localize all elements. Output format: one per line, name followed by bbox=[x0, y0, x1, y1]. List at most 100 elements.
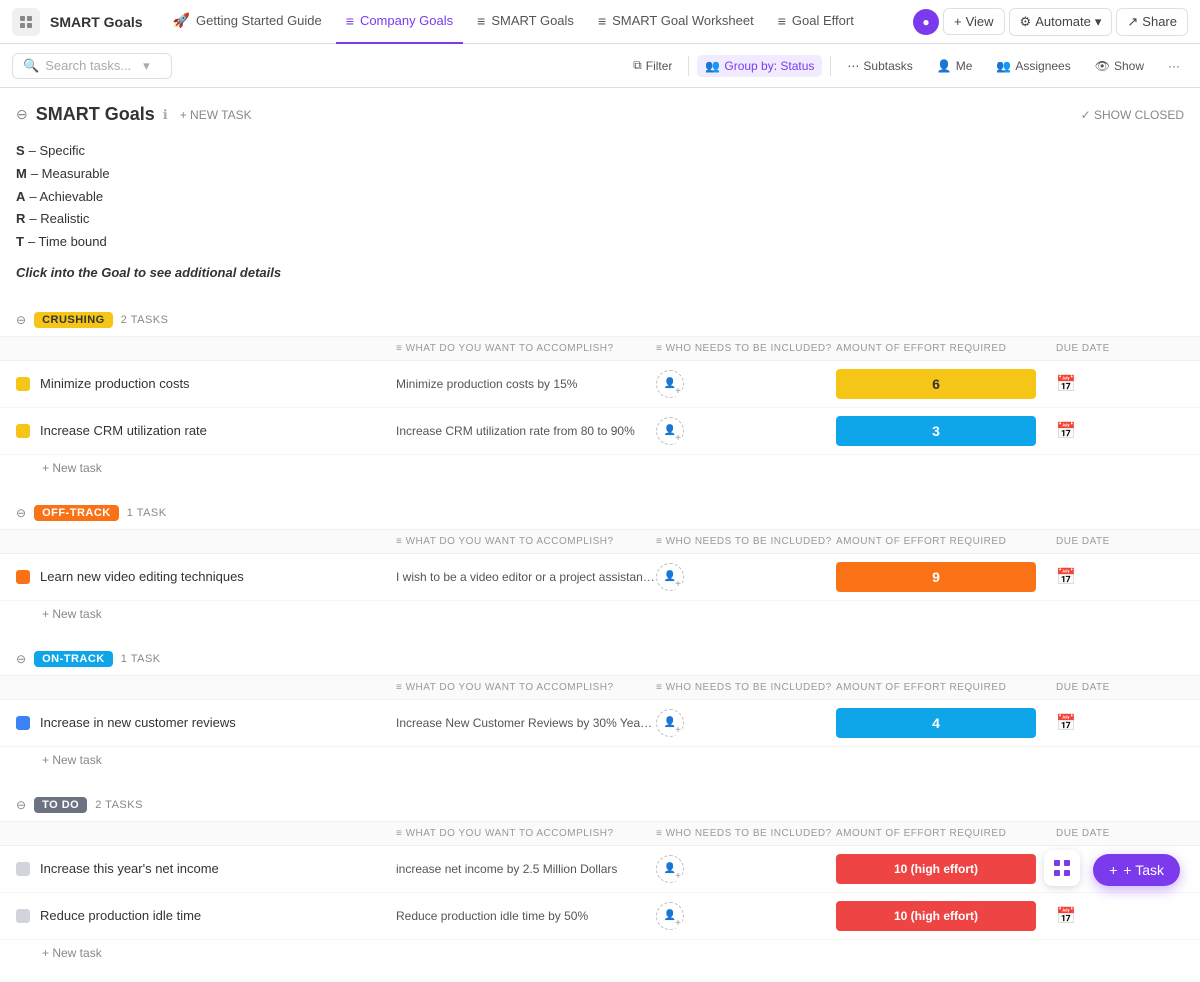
filter-button[interactable]: ⧉ Filter bbox=[625, 54, 680, 77]
calendar-icon[interactable]: 📅 bbox=[1056, 423, 1076, 440]
letter-m: M bbox=[16, 164, 27, 185]
task-checkbox[interactable] bbox=[16, 862, 30, 876]
add-user-icon[interactable]: + bbox=[673, 872, 683, 882]
col-due-header: DUE DATE bbox=[1056, 536, 1136, 547]
task-accomplish: increase net income by 2.5 Million Dolla… bbox=[396, 862, 656, 876]
task-due: 📅 bbox=[1056, 374, 1136, 394]
col-included-header: ≡ WHO NEEDS TO BE INCLUDED? bbox=[656, 536, 836, 547]
assignees-icon: 👥 bbox=[996, 59, 1011, 73]
task-included: 👤 + bbox=[656, 370, 836, 398]
search-icon: 🔍 bbox=[23, 58, 39, 74]
task-accomplish: Minimize production costs by 15% bbox=[396, 377, 656, 391]
table-row[interactable]: Increase this year's net income increase… bbox=[0, 846, 1200, 893]
task-accomplish: Increase CRM utilization rate from 80 to… bbox=[396, 424, 656, 438]
calendar-icon[interactable]: 📅 bbox=[1056, 908, 1076, 925]
task-effort: 10 (high effort) bbox=[836, 901, 1056, 931]
task-checkbox[interactable] bbox=[16, 909, 30, 923]
table-row[interactable]: Increase CRM utilization rate Increase C… bbox=[0, 408, 1200, 455]
search-box[interactable]: 🔍 Search tasks... ▾ bbox=[12, 53, 172, 79]
group-ontrack-badge: ON-TRACK bbox=[34, 651, 113, 667]
group-todo-toggle[interactable]: ⊖ bbox=[16, 798, 26, 812]
nav-circle-btn[interactable]: ● bbox=[913, 9, 939, 35]
group-ontrack-toggle[interactable]: ⊖ bbox=[16, 652, 26, 666]
task-checkbox[interactable] bbox=[16, 716, 30, 730]
new-task-row-todo[interactable]: + New task bbox=[0, 940, 1200, 966]
task-checkbox[interactable] bbox=[16, 377, 30, 391]
tab-goal-effort[interactable]: ≡ Goal Effort bbox=[768, 0, 864, 44]
col-effort-header: AMOUNT OF EFFORT REQUIRED bbox=[836, 682, 1056, 693]
group-crushing-toggle[interactable]: ⊖ bbox=[16, 313, 26, 327]
col-effort-header: AMOUNT OF EFFORT REQUIRED bbox=[836, 828, 1056, 839]
show-closed-button[interactable]: ✓ SHOW CLOSED bbox=[1081, 108, 1184, 122]
avatar[interactable]: 👤 + bbox=[656, 902, 684, 930]
task-name: Increase CRM utilization rate bbox=[40, 423, 396, 438]
task-included: 👤 + bbox=[656, 417, 836, 445]
subtasks-icon: ⋯ bbox=[847, 59, 859, 73]
tab-smart-goals[interactable]: ≡ SMART Goals bbox=[467, 0, 584, 44]
add-user-icon[interactable]: + bbox=[673, 580, 683, 590]
calendar-icon[interactable]: 📅 bbox=[1056, 569, 1076, 586]
company-goals-icon: ≡ bbox=[346, 13, 354, 29]
new-task-row-offtrack[interactable]: + New task bbox=[0, 601, 1200, 627]
getting-started-icon: 🚀 bbox=[173, 12, 190, 29]
tab-smart-worksheet[interactable]: ≡ SMART Goal Worksheet bbox=[588, 0, 764, 44]
add-user-icon[interactable]: + bbox=[673, 919, 683, 929]
group-todo-badge: TO DO bbox=[34, 797, 87, 813]
me-button[interactable]: 👤 Me bbox=[929, 55, 981, 77]
top-nav: SMART Goals 🚀 Getting Started Guide ≡ Co… bbox=[0, 0, 1200, 44]
grid-view-button[interactable] bbox=[1044, 850, 1080, 886]
calendar-icon[interactable]: 📅 bbox=[1056, 376, 1076, 393]
task-checkbox[interactable] bbox=[16, 570, 30, 584]
divider-1 bbox=[688, 56, 689, 76]
effort-bar: 6 bbox=[836, 369, 1036, 399]
more-button[interactable]: ··· bbox=[1160, 55, 1188, 77]
search-dropdown-icon[interactable]: ▾ bbox=[143, 58, 150, 74]
section-toggle[interactable]: ⊖ bbox=[16, 106, 28, 123]
task-effort: 6 bbox=[836, 369, 1056, 399]
info-icon[interactable]: ℹ bbox=[163, 107, 168, 123]
filter-icon: ⧉ bbox=[633, 58, 642, 73]
new-task-button[interactable]: + NEW TASK bbox=[180, 108, 252, 122]
show-icon: 👁 bbox=[1095, 59, 1110, 73]
group-offtrack-toggle[interactable]: ⊖ bbox=[16, 506, 26, 520]
avatar[interactable]: 👤 + bbox=[656, 709, 684, 737]
col-due-header: DUE DATE bbox=[1056, 828, 1136, 839]
tab-company-goals[interactable]: ≡ Company Goals bbox=[336, 0, 463, 44]
share-button[interactable]: ↗ Share bbox=[1116, 8, 1188, 36]
add-user-icon[interactable]: + bbox=[673, 434, 683, 444]
group-crushing-count: 2 TASKS bbox=[121, 314, 169, 326]
calendar-icon[interactable]: 📅 bbox=[1056, 715, 1076, 732]
add-user-icon[interactable]: + bbox=[673, 387, 683, 397]
avatar[interactable]: 👤 + bbox=[656, 855, 684, 883]
new-task-row-ontrack[interactable]: + New task bbox=[0, 747, 1200, 773]
assignees-button[interactable]: 👥 Assignees bbox=[988, 55, 1078, 77]
effort-bar: 10 (high effort) bbox=[836, 901, 1036, 931]
show-button[interactable]: 👁 Show bbox=[1087, 55, 1152, 77]
avatar[interactable]: 👤 + bbox=[656, 417, 684, 445]
group-by-button[interactable]: 👥 Group by: Status bbox=[697, 55, 822, 77]
table-row[interactable]: Minimize production costs Minimize produ… bbox=[0, 361, 1200, 408]
effort-bar: 3 bbox=[836, 416, 1036, 446]
smart-worksheet-icon: ≡ bbox=[598, 13, 606, 29]
tab-getting-started[interactable]: 🚀 Getting Started Guide bbox=[163, 0, 332, 44]
col-due-header: DUE DATE bbox=[1056, 682, 1136, 693]
table-row[interactable]: Learn new video editing techniques I wis… bbox=[0, 554, 1200, 601]
task-name: Increase in new customer reviews bbox=[40, 715, 396, 730]
avatar[interactable]: 👤 + bbox=[656, 370, 684, 398]
new-task-row-crushing[interactable]: + New task bbox=[0, 455, 1200, 481]
avatar[interactable]: 👤 + bbox=[656, 563, 684, 591]
group-ontrack-count: 1 TASK bbox=[121, 653, 161, 665]
desc-line-m: M – Measurable bbox=[16, 164, 1184, 185]
task-checkbox[interactable] bbox=[16, 424, 30, 438]
add-user-icon[interactable]: + bbox=[673, 726, 683, 736]
check-icon: ✓ bbox=[1081, 108, 1094, 122]
add-task-fab[interactable]: + + Task bbox=[1093, 854, 1180, 886]
app-icon bbox=[12, 8, 40, 36]
subtasks-button[interactable]: ⋯ Subtasks bbox=[839, 55, 920, 77]
table-row[interactable]: Increase in new customer reviews Increas… bbox=[0, 700, 1200, 747]
view-button[interactable]: + View bbox=[943, 8, 1005, 35]
automate-button[interactable]: ⚙ Automate ▾ bbox=[1009, 8, 1113, 36]
app-title: SMART Goals bbox=[50, 14, 143, 30]
table-row[interactable]: Reduce production idle time Reduce produ… bbox=[0, 893, 1200, 940]
letter-a: A bbox=[16, 187, 25, 208]
